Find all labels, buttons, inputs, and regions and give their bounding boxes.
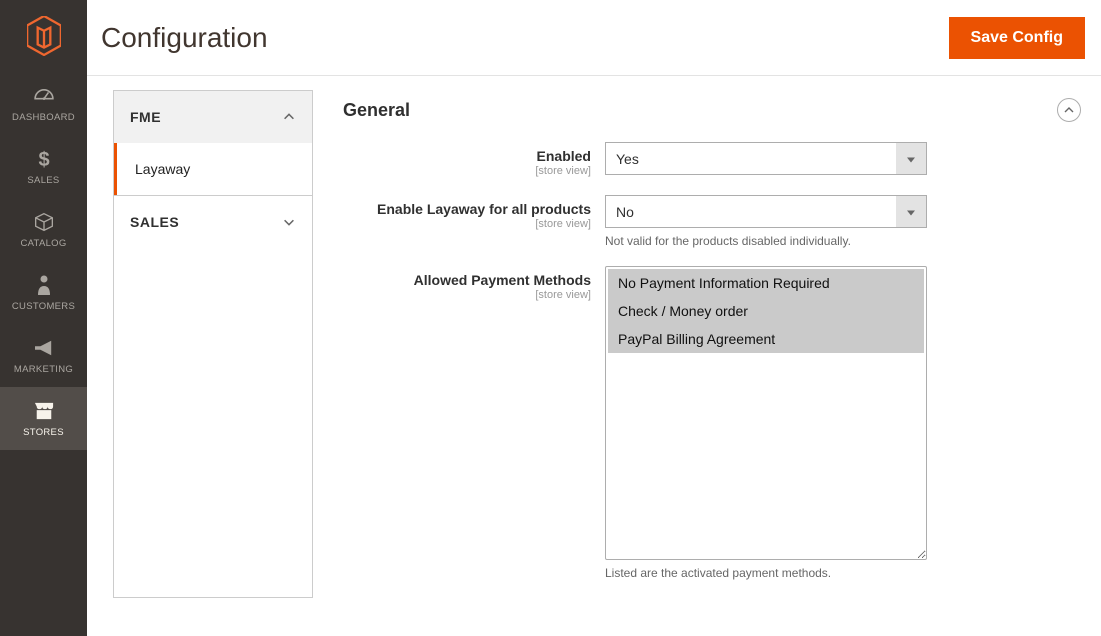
config-nav: FME Layaway SALES <box>113 90 313 598</box>
page-header: Configuration Save Config <box>87 0 1101 76</box>
field-payment-methods: Allowed Payment Methods [store view] No … <box>343 266 1085 580</box>
svg-text:$: $ <box>38 149 49 170</box>
page-title: Configuration <box>101 22 268 54</box>
section-header: General <box>343 92 1085 142</box>
field-label: Enable Layaway for all products [store v… <box>343 195 605 230</box>
content-area: FME Layaway SALES General <box>87 76 1101 612</box>
sidebar-item-marketing[interactable]: MARKETING <box>0 324 87 387</box>
config-nav-header-fme[interactable]: FME <box>114 91 312 143</box>
section-title: General <box>343 100 410 121</box>
chevron-down-icon <box>282 215 296 229</box>
person-icon <box>36 273 52 297</box>
sidebar-item-catalog[interactable]: CATALOG <box>0 198 87 261</box>
config-nav-group-fme: FME Layaway <box>114 91 312 195</box>
config-nav-link-layaway[interactable]: Layaway <box>114 143 312 195</box>
sidebar-item-label: CATALOG <box>20 238 66 249</box>
gauge-icon <box>33 84 55 108</box>
sidebar-item-stores[interactable]: STORES <box>0 387 87 450</box>
config-nav-group-label: FME <box>130 109 161 125</box>
sidebar-item-label: STORES <box>23 427 64 438</box>
config-nav-group-label: SALES <box>130 214 179 230</box>
hexagon-m-icon <box>27 16 61 56</box>
config-form: General Enabled [store view] YesNo <box>343 90 1085 598</box>
cube-icon <box>34 210 54 234</box>
dollar-icon: $ <box>37 147 51 171</box>
storefront-icon <box>33 399 55 423</box>
megaphone-icon <box>33 336 55 360</box>
magento-logo[interactable] <box>0 0 87 72</box>
field-enabled: Enabled [store view] YesNo <box>343 142 1085 177</box>
chevron-up-icon <box>282 110 296 124</box>
sidebar-item-label: MARKETING <box>14 364 73 375</box>
field-note: Not valid for the products disabled indi… <box>605 234 927 248</box>
field-note: Listed are the activated payment methods… <box>605 566 927 580</box>
field-label: Enabled [store view] <box>343 142 605 177</box>
config-nav-header-sales[interactable]: SALES <box>114 196 312 248</box>
main-content: Configuration Save Config FME Layaway SA <box>87 0 1101 612</box>
config-nav-group-sales: SALES <box>114 196 312 248</box>
sidebar-item-label: SALES <box>27 175 59 186</box>
payment-methods-multiselect[interactable]: No Payment Information RequiredCheck / M… <box>605 266 927 560</box>
sidebar-item-label: DASHBOARD <box>12 112 75 123</box>
sidebar-item-sales[interactable]: $ SALES <box>0 135 87 198</box>
field-label: Allowed Payment Methods [store view] <box>343 266 605 301</box>
enabled-select[interactable]: YesNo <box>605 142 927 175</box>
section-collapse-button[interactable] <box>1057 98 1081 122</box>
sidebar-item-label: CUSTOMERS <box>12 301 75 312</box>
chevron-up-icon <box>1063 104 1075 116</box>
enable-all-select[interactable]: YesNo <box>605 195 927 228</box>
field-enable-all: Enable Layaway for all products [store v… <box>343 195 1085 248</box>
config-nav-link-label: Layaway <box>135 161 190 177</box>
sidebar-item-dashboard[interactable]: DASHBOARD <box>0 72 87 135</box>
save-config-button[interactable]: Save Config <box>949 17 1085 59</box>
admin-sidebar: DASHBOARD $ SALES CATALOG CUSTOMERS MARK… <box>0 0 87 636</box>
sidebar-item-customers[interactable]: CUSTOMERS <box>0 261 87 324</box>
